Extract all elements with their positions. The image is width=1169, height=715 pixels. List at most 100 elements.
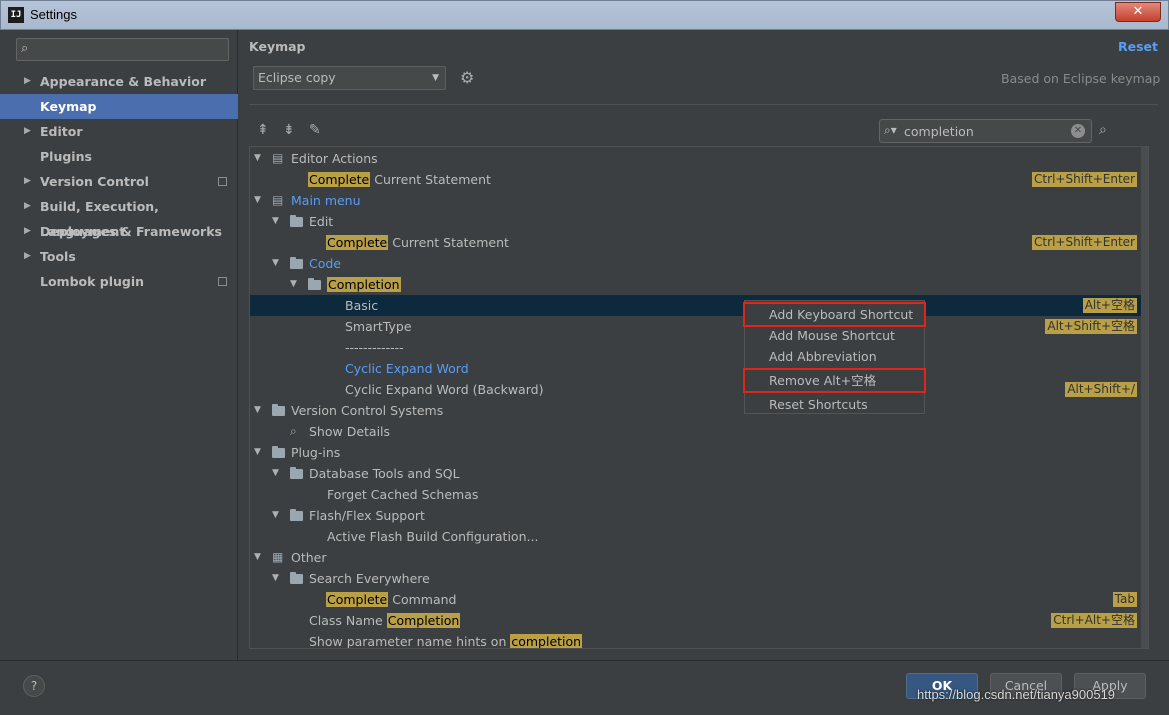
context-menu: Add Keyboard Shortcut Add Mouse Shortcut… — [743, 300, 926, 415]
collapse-triangle-icon[interactable]: ▼ — [272, 253, 279, 274]
settings-search-input[interactable]: ⌕ — [16, 38, 229, 61]
menu-item-add-mouse-shortcut[interactable]: Add Mouse Shortcut — [745, 325, 924, 346]
tree-row-label: Code — [309, 256, 342, 271]
search-match-highlight: completion — [510, 634, 583, 649]
tree-row[interactable]: ▼ Database Tools and SQL — [250, 463, 1148, 484]
sidebar-item-languages-frameworks[interactable]: ▶ Languages & Frameworks — [0, 219, 238, 244]
shortcut-badge: Alt+空格 — [1082, 298, 1137, 313]
tree-row[interactable]: ▼ Flash/Flex Support — [250, 505, 1148, 526]
tree-row[interactable]: Cyclic Expand Word (Backward) Alt+Shift+… — [250, 379, 1148, 400]
window-close-button[interactable]: ✕ — [1115, 2, 1161, 22]
tree-row[interactable]: Complete Current Statement Ctrl+Shift+En… — [250, 169, 1148, 190]
collapse-triangle-icon[interactable]: ▼ — [254, 547, 261, 568]
action-tree: ▼ ▤ Editor Actions Complete Current Stat… — [249, 146, 1149, 649]
tree-row[interactable]: Cyclic Expand Word — [250, 358, 1148, 379]
reset-link[interactable]: Reset — [1118, 39, 1158, 54]
collapse-triangle-icon[interactable]: ▼ — [254, 442, 261, 463]
sidebar-item-keymap[interactable]: Keymap — [0, 94, 238, 119]
shortcut-badge: Ctrl+Shift+Enter — [1032, 172, 1137, 187]
sidebar-item-tools[interactable]: ▶ Tools — [0, 244, 238, 269]
tree-row[interactable]: Active Flash Build Configuration... — [250, 526, 1148, 547]
collapse-triangle-icon[interactable]: ▼ — [290, 274, 297, 295]
collapse-triangle-icon[interactable]: ▼ — [254, 190, 261, 211]
shortcut-badge: Ctrl+Shift+Enter — [1032, 235, 1137, 250]
tree-row-selected[interactable]: Basic Alt+空格 — [250, 295, 1148, 316]
find-by-shortcut-icon[interactable]: ⌕ — [1099, 122, 1107, 138]
tree-row[interactable]: ▼ Completion — [250, 274, 1148, 295]
watermark-text: https://blog.csdn.net/tianya900519 — [917, 687, 1116, 702]
keymap-select[interactable]: Eclipse copy ▼ — [253, 66, 446, 90]
folder-icon — [308, 278, 321, 290]
edit-pencil-icon[interactable]: ✎ — [309, 122, 321, 138]
menu-item-remove-shortcut[interactable]: Remove Alt+空格 — [743, 368, 926, 393]
clear-icon[interactable]: ✕ — [1071, 124, 1085, 138]
folder-icon — [272, 404, 285, 416]
tree-row-label: Active Flash Build Configuration... — [327, 529, 539, 544]
collapse-triangle-icon[interactable]: ▼ — [272, 505, 279, 526]
collapse-triangle-icon[interactable]: ▼ — [272, 568, 279, 589]
tree-row-label: Basic — [345, 298, 379, 313]
tree-row[interactable]: Complete Current Statement Ctrl+Shift+En… — [250, 232, 1148, 253]
tree-row[interactable]: ▼ ▤ Main menu — [250, 190, 1148, 211]
tree-row[interactable]: Complete Command Tab — [250, 589, 1148, 610]
tree-row-label: Show parameter name hints on completion — [309, 631, 583, 649]
sidebar-item-editor[interactable]: ▶ Editor — [0, 119, 238, 144]
tree-row-label: SmartType — [345, 319, 412, 334]
sidebar-item-appearance-behavior[interactable]: ▶ Appearance & Behavior — [0, 69, 238, 94]
tree-row[interactable]: ⌕ Show Details — [250, 421, 1148, 442]
tree-row[interactable]: ▼ Plug-ins — [250, 442, 1148, 463]
keymap-select-value: Eclipse copy — [258, 70, 336, 85]
collapse-triangle-icon[interactable]: ▼ — [272, 211, 279, 232]
folder-icon — [290, 509, 303, 521]
tree-row[interactable]: ▼ Edit — [250, 211, 1148, 232]
page-title: Keymap — [249, 39, 306, 54]
folder-icon — [290, 215, 303, 227]
sidebar-item-lombok-plugin[interactable]: Lombok plugin — [0, 269, 238, 294]
tree-row[interactable]: Forget Cached Schemas — [250, 484, 1148, 505]
tree-row[interactable]: SmartType Alt+Shift+空格 — [250, 316, 1148, 337]
tree-row-label: Plug-ins — [291, 445, 341, 460]
menu-item-add-abbreviation[interactable]: Add Abbreviation — [745, 346, 924, 367]
collapse-triangle-icon[interactable]: ▼ — [254, 400, 261, 421]
expand-all-icon[interactable]: ⇞ — [257, 122, 269, 138]
tree-row[interactable]: Show parameter name hints on completion — [250, 631, 1148, 649]
menu-item-add-keyboard-shortcut[interactable]: Add Keyboard Shortcut — [743, 302, 926, 327]
tree-row[interactable]: ▼ Code — [250, 253, 1148, 274]
tree-row-label: Flash/Flex Support — [309, 508, 425, 523]
search-match-highlight: Complete — [326, 592, 389, 607]
collapse-all-icon[interactable]: ⇟ — [283, 122, 295, 138]
help-button[interactable]: ? — [23, 675, 45, 697]
tree-row-label: Other — [291, 550, 327, 565]
based-on-label: Based on Eclipse keymap — [1001, 71, 1161, 86]
text-part: Show parameter name hints on — [309, 634, 511, 649]
menu-item-reset-shortcuts[interactable]: Reset Shortcuts — [745, 394, 924, 415]
keymap-search-field[interactable]: ⌕▾ ✕ — [879, 119, 1092, 143]
tree-row[interactable]: ▼ Version Control Systems — [250, 400, 1148, 421]
shortcut-badge: Alt+Shift+空格 — [1045, 319, 1137, 334]
gear-icon[interactable]: ⚙ — [460, 68, 474, 87]
collapse-triangle-icon[interactable]: ▼ — [254, 148, 261, 169]
sidebar-item-label: Languages & Frameworks — [40, 224, 222, 239]
sidebar-item-label: Plugins — [40, 149, 92, 164]
folder-icon — [290, 467, 303, 479]
tree-row[interactable]: ▼ ▦ Other — [250, 547, 1148, 568]
sidebar-item-build-execution-deployment[interactable]: ▶ Build, Execution, Deployment — [0, 194, 238, 239]
chevron-right-icon: ▶ — [24, 126, 31, 136]
folder-icon — [272, 446, 285, 458]
sidebar-item-plugins[interactable]: Plugins — [0, 144, 238, 169]
keymap-search-input[interactable] — [904, 122, 1064, 140]
chevron-right-icon: ▶ — [24, 176, 31, 186]
sidebar-item-version-control[interactable]: ▶ Version Control — [0, 169, 238, 194]
collapse-triangle-icon[interactable]: ▼ — [272, 463, 279, 484]
search-icon: ⌕ — [21, 41, 29, 56]
tree-row[interactable]: Class Name Completion Ctrl+Alt+空格 — [250, 610, 1148, 631]
tree-scrollbar[interactable] — [1141, 147, 1148, 648]
tree-row-label: Complete Current Statement — [326, 232, 509, 253]
tree-row[interactable]: ▼ ▤ Editor Actions — [250, 148, 1148, 169]
intellij-app-icon: IJ — [8, 7, 24, 23]
tree-row-label: Forget Cached Schemas — [327, 487, 479, 502]
tree-row-label: Class Name Completion — [309, 610, 461, 631]
search-icon: ⌕▾ — [884, 123, 897, 137]
tree-row[interactable]: ▼ Search Everywhere — [250, 568, 1148, 589]
tree-row-label: Completion — [327, 274, 401, 295]
